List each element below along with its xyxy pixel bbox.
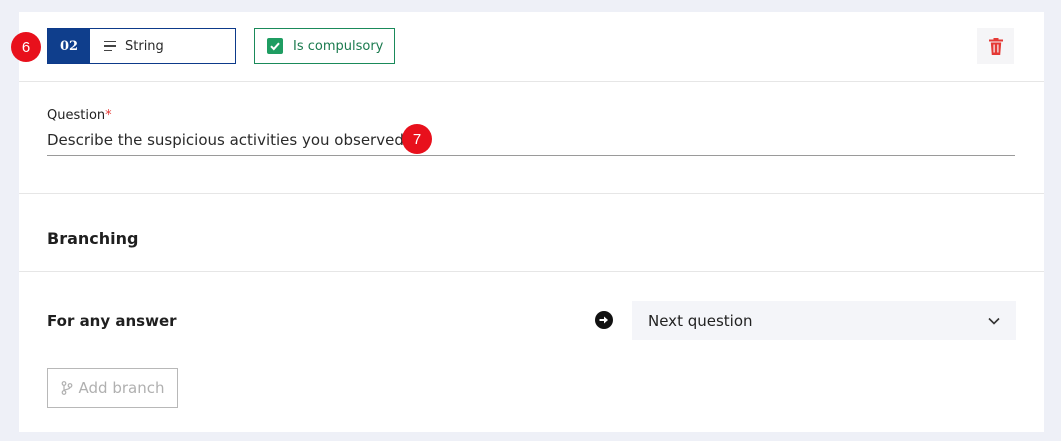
branch-icon [61, 381, 72, 395]
delete-question-button[interactable] [977, 28, 1014, 64]
text-lines-icon [104, 40, 116, 52]
question-card: 02 String Is compulsory Question* Descri… [19, 12, 1044, 432]
add-branch-label: Add branch [78, 379, 165, 397]
for-any-answer-label: For any answer [47, 312, 177, 330]
annotation-marker: 7 [402, 124, 432, 154]
question-number: 02 [48, 29, 90, 63]
annotation-marker: 6 [11, 32, 41, 62]
trash-icon [988, 37, 1003, 55]
add-branch-button[interactable]: Add branch [47, 368, 178, 408]
question-input-underline [47, 155, 1015, 156]
question-input[interactable]: Describe the suspicious activities you o… [47, 131, 404, 149]
arrow-right-circle-icon [595, 311, 613, 329]
question-type-selector[interactable]: 02 String [47, 28, 236, 64]
next-question-select-value: Next question [648, 311, 753, 330]
compulsory-label: Is compulsory [293, 38, 384, 54]
compulsory-toggle[interactable]: Is compulsory [254, 28, 395, 64]
required-asterisk: * [105, 108, 112, 123]
divider [19, 193, 1044, 194]
divider [19, 271, 1044, 272]
question-label-text: Question [47, 108, 106, 123]
checkbox-checked-icon[interactable] [267, 38, 283, 54]
question-type[interactable]: String [90, 29, 164, 63]
chevron-down-icon [988, 317, 1000, 325]
next-question-select[interactable]: Next question [632, 301, 1016, 340]
question-type-label: String [125, 38, 164, 54]
question-field-label: Question* [47, 108, 112, 123]
divider [19, 81, 1044, 82]
branching-heading: Branching [47, 229, 139, 248]
